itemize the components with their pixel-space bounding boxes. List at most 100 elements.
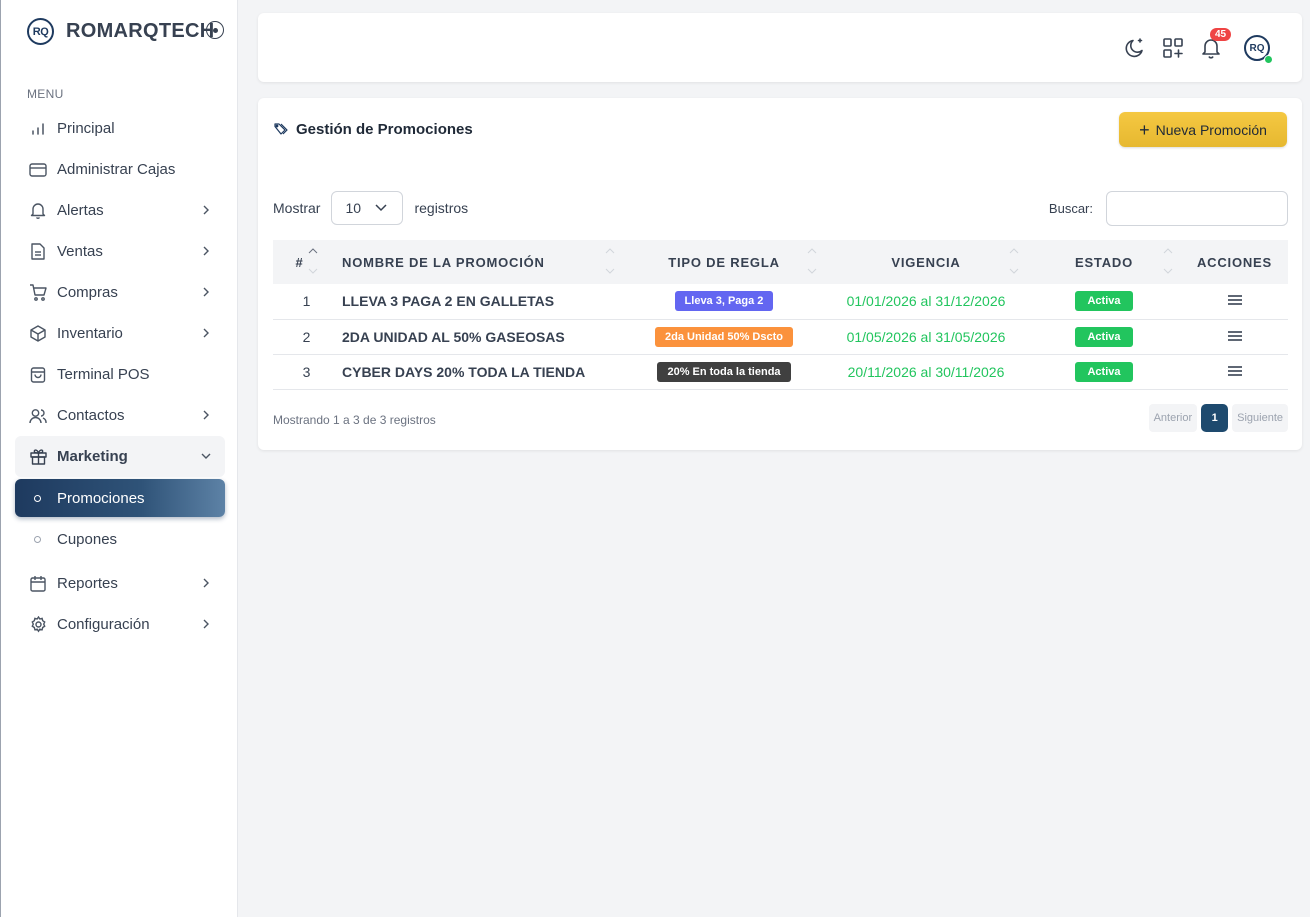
sort-icon [605, 248, 615, 274]
table-row: 1 LLEVA 3 PAGA 2 EN GALLETAS Lleva 3, Pa… [273, 284, 1288, 319]
length-prefix: Mostrar [273, 200, 321, 216]
sidebar-item-terminal-pos[interactable]: Terminal POS [15, 354, 225, 395]
sidebar-item-principal[interactable]: Principal [15, 108, 225, 149]
status-cell: Activa [1027, 284, 1181, 319]
pagination-page-current[interactable]: 1 [1201, 404, 1229, 432]
chevron-right-icon [203, 287, 209, 297]
page-title: Gestión de Promociones [274, 121, 473, 138]
column-header-validity[interactable]: VIGENCIA [825, 240, 1027, 284]
sidebar-nav: Principal Administrar Cajas Alertas Vent… [15, 108, 225, 645]
dark-mode-icon[interactable] [1124, 37, 1146, 59]
bag-icon [29, 366, 47, 384]
status-badge: Activa [1075, 326, 1133, 347]
plus-icon: + [1139, 119, 1150, 140]
gift-icon [29, 448, 47, 466]
new-promotion-button[interactable]: + Nueva Promoción [1119, 112, 1287, 147]
calendar-icon [29, 575, 47, 593]
sidebar-item-administrar-cajas[interactable]: Administrar Cajas [15, 149, 225, 190]
topbar: 45 RQ [258, 13, 1302, 82]
sidebar-item-marketing[interactable]: Marketing [15, 436, 225, 477]
sidebar-item-ventas[interactable]: Ventas [15, 231, 225, 272]
users-icon [29, 407, 47, 425]
column-header-name[interactable]: NOMBRE DE LA PROMOCIÓN [330, 240, 623, 284]
column-header-rule-type[interactable]: TIPO DE REGLA [623, 240, 825, 284]
sidebar-toggle-icon[interactable] [206, 21, 224, 39]
page-length-select[interactable]: 10 [331, 191, 404, 225]
pagination-previous[interactable]: Anterior [1148, 404, 1198, 432]
notification-count-badge: 45 [1210, 28, 1232, 41]
row-number: 3 [302, 363, 311, 380]
column-header-label: VIGENCIA [891, 254, 961, 270]
chevron-right-icon [203, 578, 209, 588]
table-info: Mostrando 1 a 3 de 3 registros [273, 413, 436, 427]
sort-icon [1009, 248, 1019, 274]
brand-logo: RQ [27, 18, 54, 45]
apps-grid-icon[interactable] [1162, 37, 1184, 59]
actions-cell [1181, 284, 1288, 319]
chevron-right-icon [203, 246, 209, 256]
sidebar-subitem-cupones[interactable]: Cupones [15, 519, 225, 559]
tags-icon [274, 122, 288, 135]
rule-type-badge: 2da Unidad 50% Dscto [655, 326, 793, 347]
hamburger-menu-icon[interactable] [1227, 365, 1242, 377]
online-status-dot [1264, 55, 1273, 64]
rule-type-badge: Lleva 3, Paga 2 [674, 291, 774, 312]
sidebar: RQ ROMARQTECH MENU Principal Administrar… [0, 0, 238, 917]
sidebar-subitem-label: Promociones [57, 489, 145, 507]
sidebar-item-reportes[interactable]: Reportes [15, 563, 225, 604]
sidebar-item-label: Inventario [57, 325, 123, 342]
column-header-label: ACCIONES [1196, 254, 1273, 270]
promotion-name: 2DA UNIDAD AL 50% GASEOSAS [342, 328, 565, 345]
table-row: 2 2DA UNIDAD AL 50% GASEOSAS 2da Unidad … [273, 319, 1288, 354]
bell-icon [29, 202, 47, 220]
sort-icon [308, 248, 318, 274]
brand[interactable]: RQ ROMARQTECH [27, 18, 215, 45]
page-length-control: Mostrar 10 registros [273, 191, 468, 225]
box-icon [29, 325, 47, 343]
sidebar-item-label: Marketing [57, 448, 128, 465]
sidebar-item-label: Terminal POS [57, 366, 150, 383]
column-header-number[interactable]: # [273, 240, 330, 284]
topbar-actions: 45 RQ [1124, 28, 1273, 64]
document-icon [29, 243, 47, 261]
sidebar-subitem-promociones[interactable]: Promociones [15, 479, 225, 517]
status-cell: Activa [1027, 354, 1181, 389]
page-title-text: Gestión de Promociones [296, 121, 473, 138]
hamburger-menu-icon[interactable] [1227, 294, 1242, 306]
sidebar-item-inventario[interactable]: Inventario [15, 313, 225, 354]
rule-type-cell: 20% En toda la tienda [623, 354, 825, 389]
row-number: 1 [302, 293, 311, 310]
column-header-label: ESTADO [1074, 254, 1133, 270]
chevron-right-icon [203, 205, 209, 215]
search-input[interactable] [1106, 191, 1288, 226]
table-row: 3 CYBER DAYS 20% TODA LA TIENDA 20% En t… [273, 354, 1288, 389]
rule-type-cell: Lleva 3, Paga 2 [623, 284, 825, 319]
validity: 01/05/2026 al 31/05/2026 [846, 328, 1006, 345]
sidebar-item-contactos[interactable]: Contactos [15, 395, 225, 436]
circle-bullet-icon [34, 535, 41, 543]
sidebar-item-label: Principal [57, 120, 115, 137]
sidebar-item-label: Administrar Cajas [57, 161, 176, 178]
length-suffix: registros [414, 200, 469, 216]
sidebar-item-label: Reportes [57, 575, 118, 592]
sidebar-item-configuracion[interactable]: Configuración [15, 604, 225, 645]
sort-icon [807, 248, 817, 274]
circle-bullet-icon [34, 494, 41, 502]
brand-name: ROMARQTECH [66, 20, 215, 42]
promotion-name: LLEVA 3 PAGA 2 EN GALLETAS [342, 293, 555, 310]
column-header-label: # [295, 254, 304, 270]
credit-card-icon [29, 161, 47, 179]
pagination-next[interactable]: Siguiente [1232, 404, 1288, 432]
promotions-card: Gestión de Promociones + Nueva Promoción… [258, 98, 1302, 450]
chevron-down-icon [201, 453, 211, 459]
user-avatar[interactable]: RQ [1244, 35, 1273, 64]
sidebar-item-alertas[interactable]: Alertas [15, 190, 225, 231]
sidebar-item-compras[interactable]: Compras [15, 272, 225, 313]
column-header-status[interactable]: ESTADO [1027, 240, 1181, 284]
notifications-bell-icon[interactable]: 45 [1200, 28, 1232, 59]
search-label: Buscar: [1048, 201, 1093, 216]
menu-section-label: MENU [27, 87, 64, 101]
hamburger-menu-icon[interactable] [1227, 330, 1242, 342]
page-length-value: 10 [345, 200, 362, 216]
sidebar-item-label: Contactos [57, 407, 125, 424]
